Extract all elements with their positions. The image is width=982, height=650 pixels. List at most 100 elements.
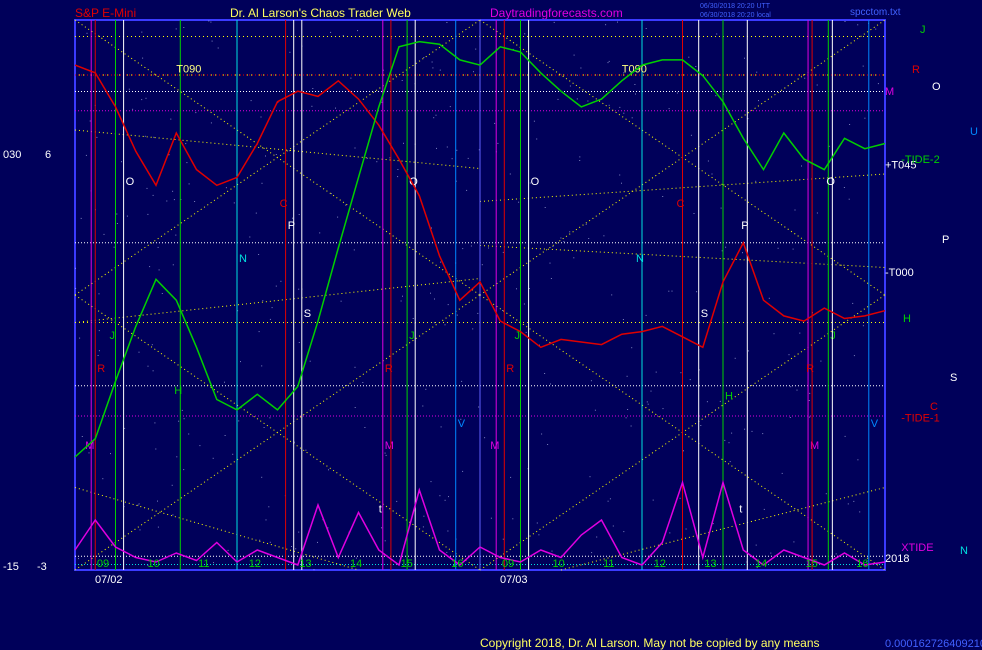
texture-dot [403,142,404,144]
texture-dot [630,425,632,427]
texture-dot [484,437,486,439]
texture-dot [102,478,104,480]
level-label: 2018 [885,553,909,565]
texture-dot [477,312,479,314]
texture-dot [96,136,98,138]
texture-dot [707,160,709,162]
vertical-marker-label: M [490,440,499,452]
texture-dot [794,209,796,211]
texture-dot [81,436,83,437]
texture-dot [157,246,159,248]
texture-dot [261,365,263,367]
texture-dot [124,427,126,429]
texture-dot [275,285,277,287]
texture-dot [875,28,877,30]
texture-dot [446,22,448,23]
texture-dot [549,262,551,264]
texture-dot [473,71,474,73]
texture-dot [210,21,212,23]
texture-dot [396,500,398,502]
texture-dot [621,182,622,184]
right-legend-letter: N [960,545,968,557]
texture-dot [809,392,811,394]
texture-dot [110,453,111,455]
texture-dot [608,104,610,106]
texture-dot [86,32,88,34]
texture-dot [647,403,649,405]
texture-dot [635,93,636,95]
texture-dot [789,417,791,418]
texture-dot [439,495,441,497]
vertical-marker-label: P [288,220,295,232]
texture-dot [650,390,652,392]
texture-dot [533,120,535,122]
texture-dot [623,112,625,114]
right-legend-letter: S [950,372,957,384]
texture-dot [645,314,647,316]
texture-dot [751,430,753,432]
texture-dot [762,433,764,435]
texture-dot [680,372,682,374]
x-tick-label: 15 [806,558,818,570]
texture-dot [186,162,188,164]
timestamp-1: 06/30/2018 20:20 UTT [700,3,771,10]
texture-dot [689,379,691,381]
x-tick-label: 16 [451,558,463,570]
vertical-marker-label: R [97,363,105,375]
texture-dot [579,160,581,161]
texture-dot [848,198,850,200]
texture-dot [146,187,148,189]
level-label: t [739,503,742,515]
texture-dot [240,361,241,363]
texture-dot [188,433,190,435]
texture-dot [128,88,130,90]
texture-dot [155,448,157,450]
texture-dot [397,176,399,178]
vertical-marker-label: J [409,330,415,342]
instrument-title: S&P E-Mini [75,6,136,20]
texture-dot [88,452,90,454]
texture-dot [188,183,190,185]
texture-dot [552,246,554,247]
texture-dot [579,156,581,158]
texture-dot [712,523,714,525]
texture-dot [185,143,187,145]
texture-dot [262,300,264,302]
texture-dot [456,314,458,316]
texture-dot [328,469,329,471]
texture-dot [502,310,504,311]
texture-dot [232,453,234,455]
texture-dot [816,212,818,214]
texture-dot [79,337,81,339]
texture-dot [820,360,822,362]
texture-dot [809,416,811,418]
texture-dot [295,548,297,550]
texture-dot [569,85,571,87]
texture-dot [364,427,366,428]
texture-dot [518,201,520,203]
texture-dot [444,324,446,326]
texture-dot [700,425,702,426]
texture-dot [719,400,721,402]
x-tick-label: 12 [249,558,261,570]
texture-dot [688,56,690,58]
texture-dot [502,251,504,253]
texture-dot [183,469,185,471]
right-legend-letter: M [885,86,894,98]
texture-dot [631,117,633,119]
x-tick-label: 13 [299,558,311,570]
texture-dot [758,100,759,102]
texture-dot [350,77,352,79]
texture-dot [587,100,589,102]
texture-dot [233,202,235,204]
texture-dot [744,428,746,430]
vertical-marker-label: R [806,363,814,375]
texture-dot [292,217,293,219]
texture-dot [149,266,151,268]
texture-dot [847,503,849,505]
vertical-marker-label: H [174,385,182,397]
vertical-marker-label: M [810,440,819,452]
left-bottom-label: -15 [3,561,19,573]
texture-dot [425,388,427,390]
texture-dot [422,526,424,528]
